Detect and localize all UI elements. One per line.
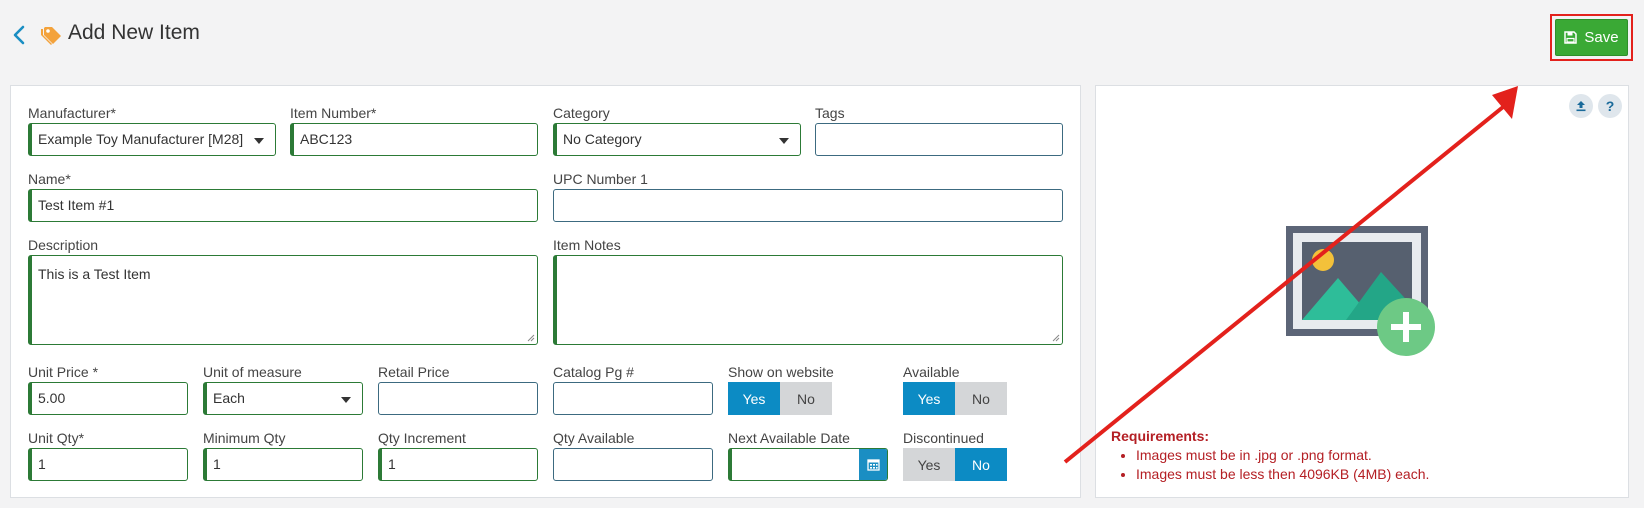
discontinued-yes[interactable]: Yes [903,448,955,481]
next-available-date-label: Next Available Date [728,430,850,446]
resize-handle-icon[interactable] [1052,334,1060,342]
item-notes-label: Item Notes [553,237,621,253]
help-button[interactable]: ? [1598,94,1622,118]
chevron-down-icon [779,138,789,144]
requirement-item: Images must be less then 4096KB (4MB) ea… [1136,465,1429,484]
unit-qty-input[interactable]: 1 [28,448,188,481]
upc-label: UPC Number 1 [553,171,648,187]
minimum-qty-input[interactable]: 1 [203,448,363,481]
item-number-label: Item Number* [290,105,377,121]
manufacturer-select[interactable]: Example Toy Manufacturer [M28] [28,123,276,156]
image-add-icon[interactable] [1286,226,1436,356]
category-label: Category [553,105,610,121]
catalog-pg-label: Catalog Pg # [553,364,634,380]
unit-of-measure-label: Unit of measure [203,364,302,380]
chevron-down-icon [341,397,351,403]
resize-handle-icon[interactable] [527,334,535,342]
unit-price-label: Unit Price * [28,364,99,380]
qty-available-input[interactable] [553,448,713,481]
requirements-title: Requirements: [1111,428,1210,444]
upload-button[interactable] [1569,94,1593,118]
show-on-website-no[interactable]: No [780,382,832,415]
upc-input[interactable] [553,189,1063,222]
discontinued-no[interactable]: No [955,448,1007,481]
description-textarea[interactable]: This is a Test Item [28,255,538,345]
question-icon: ? [1605,98,1615,114]
save-button[interactable]: Save [1555,19,1628,56]
next-available-date-input[interactable] [728,448,888,481]
available-toggle: Yes No [903,382,1007,415]
description-value: This is a Test Item [38,266,151,282]
show-on-website-label: Show on website [728,364,834,380]
item-number-input[interactable]: ABC123 [290,123,538,156]
tag-icon [41,27,61,45]
discontinued-label: Discontinued [903,430,984,446]
category-select[interactable]: No Category [553,123,801,156]
unit-price-input[interactable]: 5.00 [28,382,188,415]
available-yes[interactable]: Yes [903,382,955,415]
category-value: No Category [563,131,642,147]
tags-input[interactable] [815,123,1063,156]
requirement-item: Images must be in .jpg or .png format. [1136,446,1429,465]
image-requirements: Requirements: Images must be in .jpg or … [1111,428,1429,484]
available-no[interactable]: No [955,382,1007,415]
manufacturer-label: Manufacturer* [28,105,116,121]
image-upload-panel: ? Requirements: Images must be in .jpg o… [1095,85,1629,498]
catalog-pg-input[interactable] [553,382,713,415]
tags-label: Tags [815,105,845,121]
retail-price-input[interactable] [378,382,538,415]
calendar-icon [866,459,880,471]
save-button-highlight: Save [1550,14,1633,61]
calendar-button[interactable] [859,449,887,480]
available-label: Available [903,364,960,380]
show-on-website-yes[interactable]: Yes [728,382,780,415]
retail-price-label: Retail Price [378,364,450,380]
requirements-list: Images must be in .jpg or .png format. I… [1111,446,1429,484]
item-form-panel: Manufacturer* Example Toy Manufacturer [… [10,85,1081,498]
show-on-website-toggle: Yes No [728,382,832,415]
page-header: Add New Item Save [0,0,1644,72]
item-notes-textarea[interactable] [553,255,1063,345]
name-input[interactable]: Test Item #1 [28,189,538,222]
unit-of-measure-value: Each [213,390,245,406]
page-title: Add New Item [68,21,200,44]
save-button-label: Save [1584,29,1619,46]
chevron-down-icon [254,138,264,144]
qty-available-label: Qty Available [553,430,635,446]
discontinued-toggle: Yes No [903,448,1007,481]
qty-increment-input[interactable]: 1 [378,448,538,481]
upload-icon [1576,101,1586,112]
name-label: Name* [28,171,71,187]
minimum-qty-label: Minimum Qty [203,430,286,446]
manufacturer-value: Example Toy Manufacturer [M28] [38,131,244,147]
unit-of-measure-select[interactable]: Each [203,382,363,415]
chevron-left-icon[interactable] [10,24,28,46]
description-label: Description [28,237,99,253]
unit-qty-label: Unit Qty* [28,430,85,446]
qty-increment-label: Qty Increment [378,430,466,446]
floppy-disk-icon [1564,31,1578,44]
